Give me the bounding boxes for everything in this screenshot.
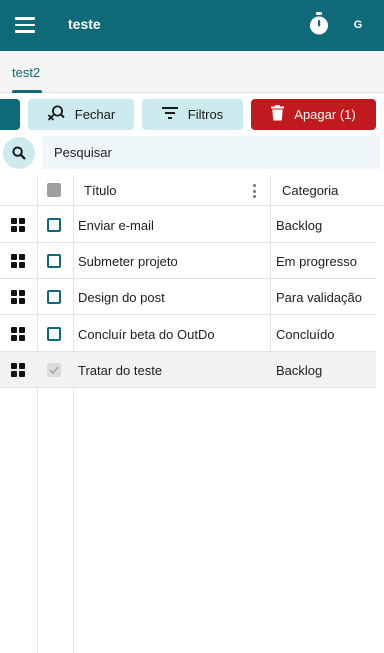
search-input[interactable] bbox=[42, 136, 380, 169]
tab-label: test2 bbox=[12, 65, 41, 80]
timer-icon[interactable] bbox=[306, 10, 332, 38]
avatar[interactable]: G bbox=[346, 14, 370, 36]
row-checkbox[interactable] bbox=[47, 327, 61, 341]
row-checkbox[interactable] bbox=[47, 218, 61, 232]
search-icon[interactable] bbox=[3, 137, 35, 169]
scroll-left-button[interactable] bbox=[0, 99, 20, 130]
cell-title: Enviar e-mail bbox=[78, 218, 154, 233]
app-bar: teste G bbox=[0, 0, 384, 51]
drag-grid-icon[interactable] bbox=[11, 363, 25, 377]
menu-icon[interactable] bbox=[10, 11, 40, 39]
delete-label: Apagar (1) bbox=[294, 107, 356, 122]
tab-active-indicator bbox=[12, 90, 42, 93]
select-all-checkbox[interactable] bbox=[47, 183, 61, 197]
cell-category: Backlog bbox=[276, 363, 323, 378]
filter-icon bbox=[161, 107, 178, 122]
tab-test2[interactable]: test2 bbox=[0, 51, 52, 93]
cell-category: Para validação bbox=[276, 290, 362, 305]
row-checkbox[interactable] bbox=[47, 290, 61, 304]
app-title: teste bbox=[68, 16, 101, 32]
column-header-category[interactable]: Categoria bbox=[282, 183, 338, 198]
row-checkbox-checked[interactable] bbox=[47, 363, 61, 377]
column-header-title[interactable]: Título bbox=[84, 183, 117, 198]
cell-title: Concluír beta do OutDo bbox=[78, 327, 215, 342]
close-search-button[interactable]: Fechar bbox=[28, 99, 134, 130]
cell-title: Tratar do teste bbox=[78, 363, 163, 378]
filters-button[interactable]: Filtros bbox=[142, 99, 243, 130]
table-row-selected[interactable]: Tratar do teste Backlog bbox=[0, 352, 376, 388]
cell-category: Em progresso bbox=[276, 254, 357, 269]
check-icon bbox=[49, 366, 59, 375]
drag-grid-icon[interactable] bbox=[11, 290, 25, 304]
table-header: Título Categoria bbox=[0, 175, 384, 206]
drag-grid-icon[interactable] bbox=[11, 327, 25, 341]
cell-title: Design do post bbox=[78, 290, 165, 305]
row-checkbox[interactable] bbox=[47, 254, 61, 268]
tasks-table: Título Categoria Enviar e-mail Backlog S… bbox=[0, 175, 384, 653]
close-label: Fechar bbox=[74, 107, 116, 122]
delete-button[interactable]: Apagar (1) bbox=[251, 99, 376, 130]
drag-grid-icon[interactable] bbox=[11, 218, 25, 232]
table-row[interactable]: Enviar e-mail Backlog bbox=[0, 207, 376, 243]
table-row[interactable]: Design do post Para validação bbox=[0, 279, 376, 315]
trash-icon bbox=[271, 105, 285, 124]
cell-category: Backlog bbox=[276, 218, 323, 233]
drag-grid-icon[interactable] bbox=[11, 254, 25, 268]
filters-label: Filtros bbox=[187, 107, 224, 122]
table-row[interactable]: Submeter projeto Em progresso bbox=[0, 243, 376, 279]
table-row[interactable]: Concluír beta do OutDo Concluído bbox=[0, 316, 376, 352]
cell-category: Concluído bbox=[276, 327, 335, 342]
tab-bar: test2 bbox=[0, 51, 384, 93]
kebab-icon[interactable] bbox=[251, 183, 257, 199]
search-close-icon bbox=[47, 104, 65, 125]
cell-title: Submeter projeto bbox=[78, 254, 178, 269]
